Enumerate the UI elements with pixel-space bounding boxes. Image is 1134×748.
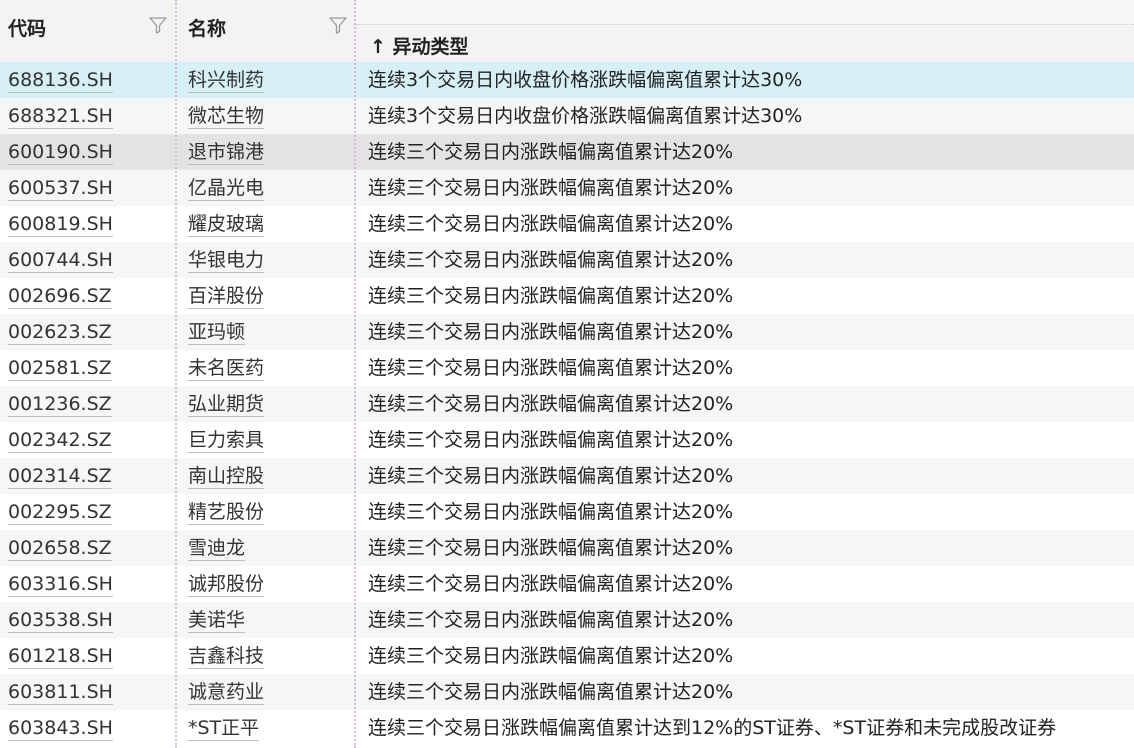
stock-name-link[interactable]: 南山控股	[188, 465, 265, 489]
column-header-code[interactable]: 代码	[0, 0, 176, 62]
filter-icon[interactable]	[328, 15, 348, 35]
table-row[interactable]: 002658.SZ 雪迪龙 连续三个交易日内涨跌幅偏离值累计达20%	[0, 530, 1134, 566]
stock-anomaly-table: 代码 名称 ↑ 异动类型 688136.SH 科兴制药 连续3个交易日内收盘价格涨跌…	[0, 0, 1134, 748]
column-header-type-label: ↑ 异动类型	[370, 36, 469, 58]
stock-name-link[interactable]: 美诺华	[188, 609, 246, 633]
stock-code-link[interactable]: 688136.SH	[8, 69, 113, 93]
stock-code-link[interactable]: 600819.SH	[8, 213, 113, 237]
stock-code-link[interactable]: 001236.SZ	[8, 393, 112, 417]
table-row[interactable]: 600744.SH 华银电力 连续三个交易日内涨跌幅偏离值累计达20%	[0, 242, 1134, 278]
anomaly-type-text: 连续三个交易日内涨跌幅偏离值累计达20%	[368, 285, 734, 307]
column-separator[interactable]	[354, 0, 356, 748]
anomaly-type-text: 连续三个交易日内涨跌幅偏离值累计达20%	[368, 645, 734, 667]
column-separator[interactable]	[175, 0, 177, 748]
anomaly-type-text: 连续三个交易日内涨跌幅偏离值累计达20%	[368, 501, 734, 523]
table-row[interactable]: 603811.SH 诚意药业 连续三个交易日内涨跌幅偏离值累计达20%	[0, 674, 1134, 710]
stock-code-link[interactable]: 600744.SH	[8, 249, 113, 273]
column-header-type[interactable]: ↑ 异动类型	[356, 0, 1134, 62]
stock-name-link[interactable]: 诚邦股份	[188, 573, 265, 597]
stock-name-link[interactable]: *ST正平	[188, 717, 260, 741]
table-row[interactable]: 600537.SH 亿晶光电 连续三个交易日内涨跌幅偏离值累计达20%	[0, 170, 1134, 206]
stock-code-link[interactable]: 002658.SZ	[8, 537, 112, 561]
stock-name-link[interactable]: 弘业期货	[188, 393, 265, 417]
table-row[interactable]: 002696.SZ 百洋股份 连续三个交易日内涨跌幅偏离值累计达20%	[0, 278, 1134, 314]
anomaly-type-text: 连续三个交易日内涨跌幅偏离值累计达20%	[368, 177, 734, 199]
stock-code-link[interactable]: 600190.SH	[8, 141, 113, 165]
table-row[interactable]: 002314.SZ 南山控股 连续三个交易日内涨跌幅偏离值累计达20%	[0, 458, 1134, 494]
anomaly-type-text: 连续三个交易日内涨跌幅偏离值累计达20%	[368, 141, 734, 163]
stock-name-link[interactable]: 未名医药	[188, 357, 265, 381]
table-row[interactable]: 002295.SZ 精艺股份 连续三个交易日内涨跌幅偏离值累计达20%	[0, 494, 1134, 530]
anomaly-type-text: 连续三个交易日内涨跌幅偏离值累计达20%	[368, 321, 734, 343]
stock-code-link[interactable]: 603538.SH	[8, 609, 113, 633]
column-header-name-label: 名称	[188, 18, 227, 40]
table-header: 代码 名称 ↑ 异动类型	[0, 0, 1134, 62]
column-group-header	[356, 0, 1134, 25]
stock-code-link[interactable]: 603811.SH	[8, 681, 113, 705]
column-header-name[interactable]: 名称	[176, 0, 356, 62]
anomaly-type-text: 连续三个交易日内涨跌幅偏离值累计达20%	[368, 537, 734, 559]
table-row[interactable]: 603538.SH 美诺华 连续三个交易日内涨跌幅偏离值累计达20%	[0, 602, 1134, 638]
table-row[interactable]: 001236.SZ 弘业期货 连续三个交易日内涨跌幅偏离值累计达20%	[0, 386, 1134, 422]
anomaly-type-text: 连续三个交易日内涨跌幅偏离值累计达20%	[368, 393, 734, 415]
column-header-code-label: 代码	[8, 18, 47, 40]
table-row[interactable]: 688136.SH 科兴制药 连续3个交易日内收盘价格涨跌幅偏离值累计达30%	[0, 62, 1134, 98]
anomaly-type-text: 连续三个交易日内涨跌幅偏离值累计达20%	[368, 429, 734, 451]
anomaly-type-text: 连续三个交易日内涨跌幅偏离值累计达20%	[368, 213, 734, 235]
stock-name-link[interactable]: 精艺股份	[188, 501, 265, 525]
anomaly-type-text: 连续三个交易日内涨跌幅偏离值累计达20%	[368, 357, 734, 379]
anomaly-type-text: 连续三个交易日内涨跌幅偏离值累计达20%	[368, 681, 734, 703]
stock-name-link[interactable]: 耀皮玻璃	[188, 213, 265, 237]
stock-code-link[interactable]: 002342.SZ	[8, 429, 112, 453]
table-row[interactable]: 600190.SH 退市锦港 连续三个交易日内涨跌幅偏离值累计达20%	[0, 134, 1134, 170]
table-row[interactable]: 603316.SH 诚邦股份 连续三个交易日内涨跌幅偏离值累计达20%	[0, 566, 1134, 602]
stock-code-link[interactable]: 002623.SZ	[8, 321, 112, 345]
stock-code-link[interactable]: 688321.SH	[8, 105, 113, 129]
stock-code-link[interactable]: 002696.SZ	[8, 285, 112, 309]
table-body: 688136.SH 科兴制药 连续3个交易日内收盘价格涨跌幅偏离值累计达30% 68…	[0, 62, 1134, 746]
table-row[interactable]: 002581.SZ 未名医药 连续三个交易日内涨跌幅偏离值累计达20%	[0, 350, 1134, 386]
stock-name-link[interactable]: 吉鑫科技	[188, 645, 265, 669]
anomaly-type-text: 连续三个交易日涨跌幅偏离值累计达到12%的ST证券、*ST证券和未完成股改证券	[368, 717, 1057, 739]
table-row[interactable]: 601218.SH 吉鑫科技 连续三个交易日内涨跌幅偏离值累计达20%	[0, 638, 1134, 674]
stock-code-link[interactable]: 002295.SZ	[8, 501, 112, 525]
stock-code-link[interactable]: 002314.SZ	[8, 465, 112, 489]
stock-code-link[interactable]: 601218.SH	[8, 645, 113, 669]
stock-code-link[interactable]: 600537.SH	[8, 177, 113, 201]
anomaly-type-text: 连续三个交易日内涨跌幅偏离值累计达20%	[368, 465, 734, 487]
stock-name-link[interactable]: 雪迪龙	[188, 537, 246, 561]
anomaly-type-text: 连续三个交易日内涨跌幅偏离值累计达20%	[368, 249, 734, 271]
table-row[interactable]: 002623.SZ 亚玛顿 连续三个交易日内涨跌幅偏离值累计达20%	[0, 314, 1134, 350]
stock-name-link[interactable]: 亚玛顿	[188, 321, 246, 345]
table-row[interactable]: 002342.SZ 巨力索具 连续三个交易日内涨跌幅偏离值累计达20%	[0, 422, 1134, 458]
anomaly-type-text: 连续3个交易日内收盘价格涨跌幅偏离值累计达30%	[368, 69, 803, 91]
stock-name-link[interactable]: 微芯生物	[188, 105, 265, 129]
stock-name-link[interactable]: 华银电力	[188, 249, 265, 273]
stock-name-link[interactable]: 科兴制药	[188, 69, 265, 93]
table-row[interactable]: 603843.SH *ST正平 连续三个交易日涨跌幅偏离值累计达到12%的ST证券、…	[0, 710, 1134, 746]
anomaly-type-text: 连续三个交易日内涨跌幅偏离值累计达20%	[368, 573, 734, 595]
filter-icon[interactable]	[148, 15, 168, 35]
stock-name-link[interactable]: 巨力索具	[188, 429, 265, 453]
stock-name-link[interactable]: 亿晶光电	[188, 177, 265, 201]
stock-name-link[interactable]: 百洋股份	[188, 285, 265, 309]
stock-name-link[interactable]: 退市锦港	[188, 141, 265, 165]
anomaly-type-text: 连续3个交易日内收盘价格涨跌幅偏离值累计达30%	[368, 105, 803, 127]
stock-code-link[interactable]: 603316.SH	[8, 573, 113, 597]
stock-name-link[interactable]: 诚意药业	[188, 681, 265, 705]
stock-code-link[interactable]: 603843.SH	[8, 717, 113, 741]
table-row[interactable]: 600819.SH 耀皮玻璃 连续三个交易日内涨跌幅偏离值累计达20%	[0, 206, 1134, 242]
stock-code-link[interactable]: 002581.SZ	[8, 357, 112, 381]
anomaly-type-text: 连续三个交易日内涨跌幅偏离值累计达20%	[368, 609, 734, 631]
table-row[interactable]: 688321.SH 微芯生物 连续3个交易日内收盘价格涨跌幅偏离值累计达30%	[0, 98, 1134, 134]
